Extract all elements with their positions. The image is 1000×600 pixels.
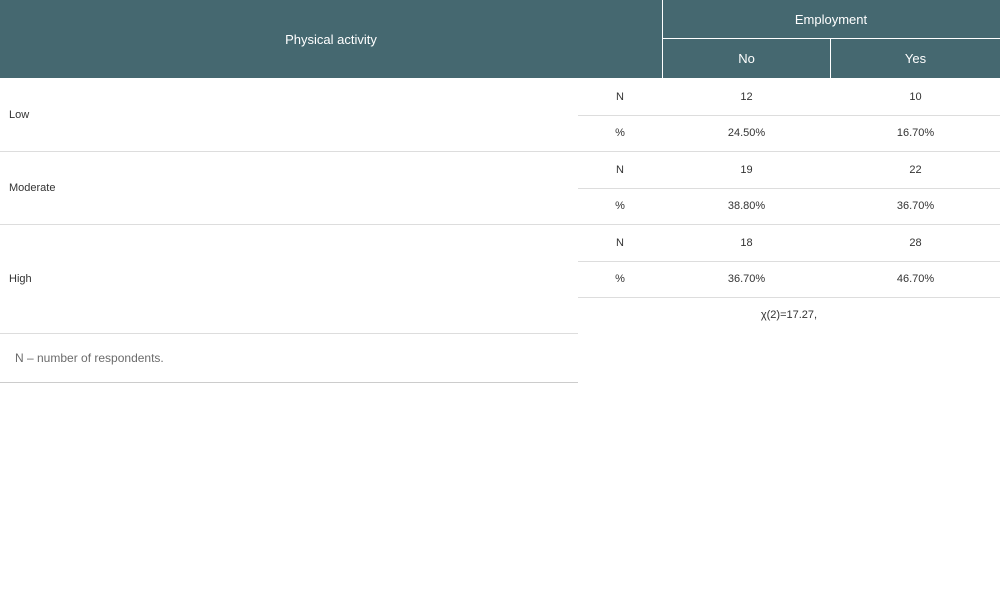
row-category-high: High	[9, 272, 32, 285]
header-divider	[662, 38, 1000, 39]
cell-moderate-n-no: 19	[740, 163, 753, 176]
row-label-percent: %	[615, 200, 625, 212]
cell-moderate-pct-yes: 36.70%	[896, 200, 935, 212]
header-divider	[830, 39, 831, 78]
cell-moderate-pct-no: 38.80%	[727, 200, 766, 212]
cell-high-n-yes: 28	[909, 236, 922, 249]
header-yes: Yes	[831, 39, 1000, 78]
cell-high-pct-yes: 46.70%	[896, 273, 935, 285]
header-employment: Employment	[662, 0, 1000, 39]
row-label-n: N	[616, 90, 624, 103]
row-label-n: N	[616, 236, 624, 249]
cell-low-n-no: 12	[740, 90, 753, 103]
cell-moderate-n-yes: 22	[909, 163, 922, 176]
row-label-n: N	[616, 163, 624, 176]
header-divider	[662, 0, 663, 78]
table-footnote: N – number of respondents.	[15, 351, 164, 365]
footnote-rule	[0, 382, 578, 383]
cell-high-n-no: 18	[740, 236, 753, 249]
row-label-percent: %	[615, 127, 625, 139]
row-label-percent: %	[615, 273, 625, 285]
cell-low-n-yes: 10	[909, 90, 922, 103]
cell-high-pct-no: 36.70%	[727, 273, 766, 285]
header-no: No	[662, 39, 831, 78]
cell-low-pct-no: 24.50%	[727, 127, 766, 139]
row-category-low: Low	[9, 108, 30, 121]
cell-low-pct-yes: 16.70%	[896, 127, 935, 139]
chi-square-statistic: χ(2)=17.27,	[760, 309, 818, 321]
row-category-moderate: Moderate	[9, 181, 56, 194]
header-physical-activity: Physical activity	[0, 0, 662, 78]
